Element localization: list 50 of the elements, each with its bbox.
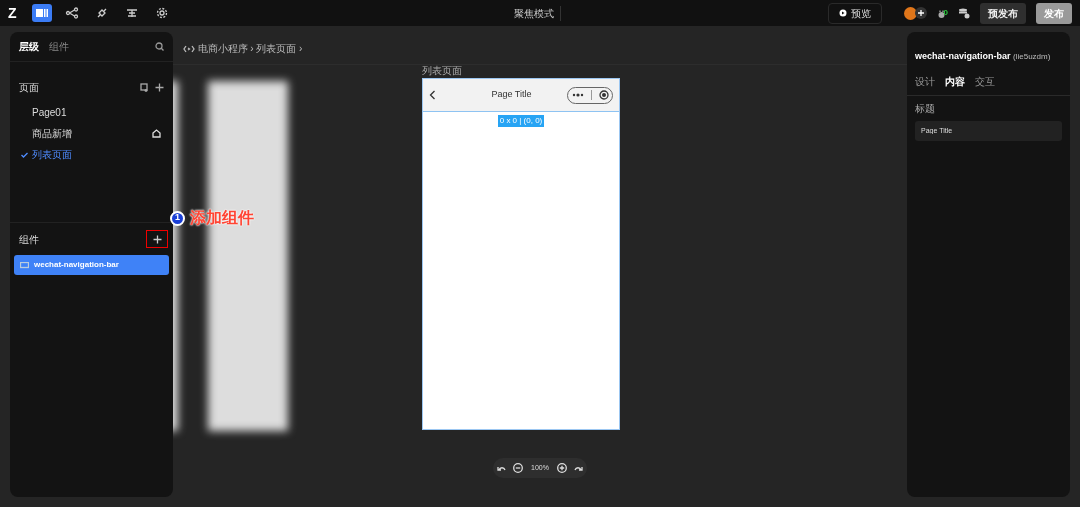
section-title: 页面 <box>19 80 39 95</box>
page-item[interactable]: 列表页面 <box>10 144 173 165</box>
plug-icon <box>95 7 109 19</box>
mode-label: 聚焦模式 <box>513 5 561 21</box>
align-icon <box>125 7 139 19</box>
redo-icon[interactable] <box>574 464 584 472</box>
zoom-out-icon[interactable] <box>513 463 524 473</box>
check-icon <box>21 152 28 158</box>
page-title: Page Title <box>490 88 533 102</box>
zoom-in-icon[interactable] <box>556 463 567 473</box>
bug-icon[interactable] <box>936 9 946 19</box>
preview-button[interactable]: 预览 <box>827 2 882 24</box>
back-icon <box>429 90 436 100</box>
monitor-icon <box>20 261 29 269</box>
panel-tab[interactable]: 设计 <box>915 73 935 89</box>
avatar[interactable] <box>903 6 917 20</box>
add-icon[interactable] <box>914 7 927 19</box>
database-icon[interactable] <box>958 7 970 19</box>
search-icon[interactable] <box>155 42 164 51</box>
component-id: (lie5uzdm) <box>1013 51 1051 63</box>
component-item[interactable]: wechat-navigation-bar <box>14 255 169 275</box>
panel-tab[interactable]: 内容 <box>945 73 965 89</box>
add-component-button[interactable] <box>146 230 168 248</box>
prepublish-button[interactable]: 预发布 <box>980 2 1026 24</box>
add-icon[interactable] <box>155 82 164 92</box>
code-icon <box>183 44 195 53</box>
size-badge: 0 x 0 | (0, 0) <box>497 115 545 127</box>
section-title: 组件 <box>19 232 39 247</box>
add-icon <box>152 235 162 245</box>
share-nodes-icon <box>65 7 79 19</box>
debug-count: 0 <box>943 7 948 19</box>
toolbar-tab[interactable] <box>32 4 52 22</box>
component-name: wechat-navigation-bar <box>915 50 1011 63</box>
play-icon <box>838 9 847 17</box>
panel-tab[interactable]: 层级 <box>19 39 39 54</box>
panel-tab[interactable]: 交互 <box>975 73 995 89</box>
layout-icon <box>35 7 49 19</box>
panel-tab[interactable]: 组件 <box>49 39 69 54</box>
page-label: 列表页面 <box>422 65 462 77</box>
breadcrumb-item[interactable]: 电商小程序 › <box>197 41 254 56</box>
page-item[interactable]: Page01 <box>10 102 173 123</box>
page-item[interactable]: 商品新增 <box>10 123 173 144</box>
more-icon <box>571 93 584 97</box>
field-label: 标题 <box>915 101 936 116</box>
breadcrumb-item[interactable]: 列表页面 › <box>256 41 303 56</box>
record-icon <box>598 90 609 100</box>
logo: Z <box>8 3 18 23</box>
add-page-icon[interactable] <box>140 82 149 92</box>
undo-icon[interactable] <box>496 464 506 472</box>
settings-icon <box>155 7 169 19</box>
